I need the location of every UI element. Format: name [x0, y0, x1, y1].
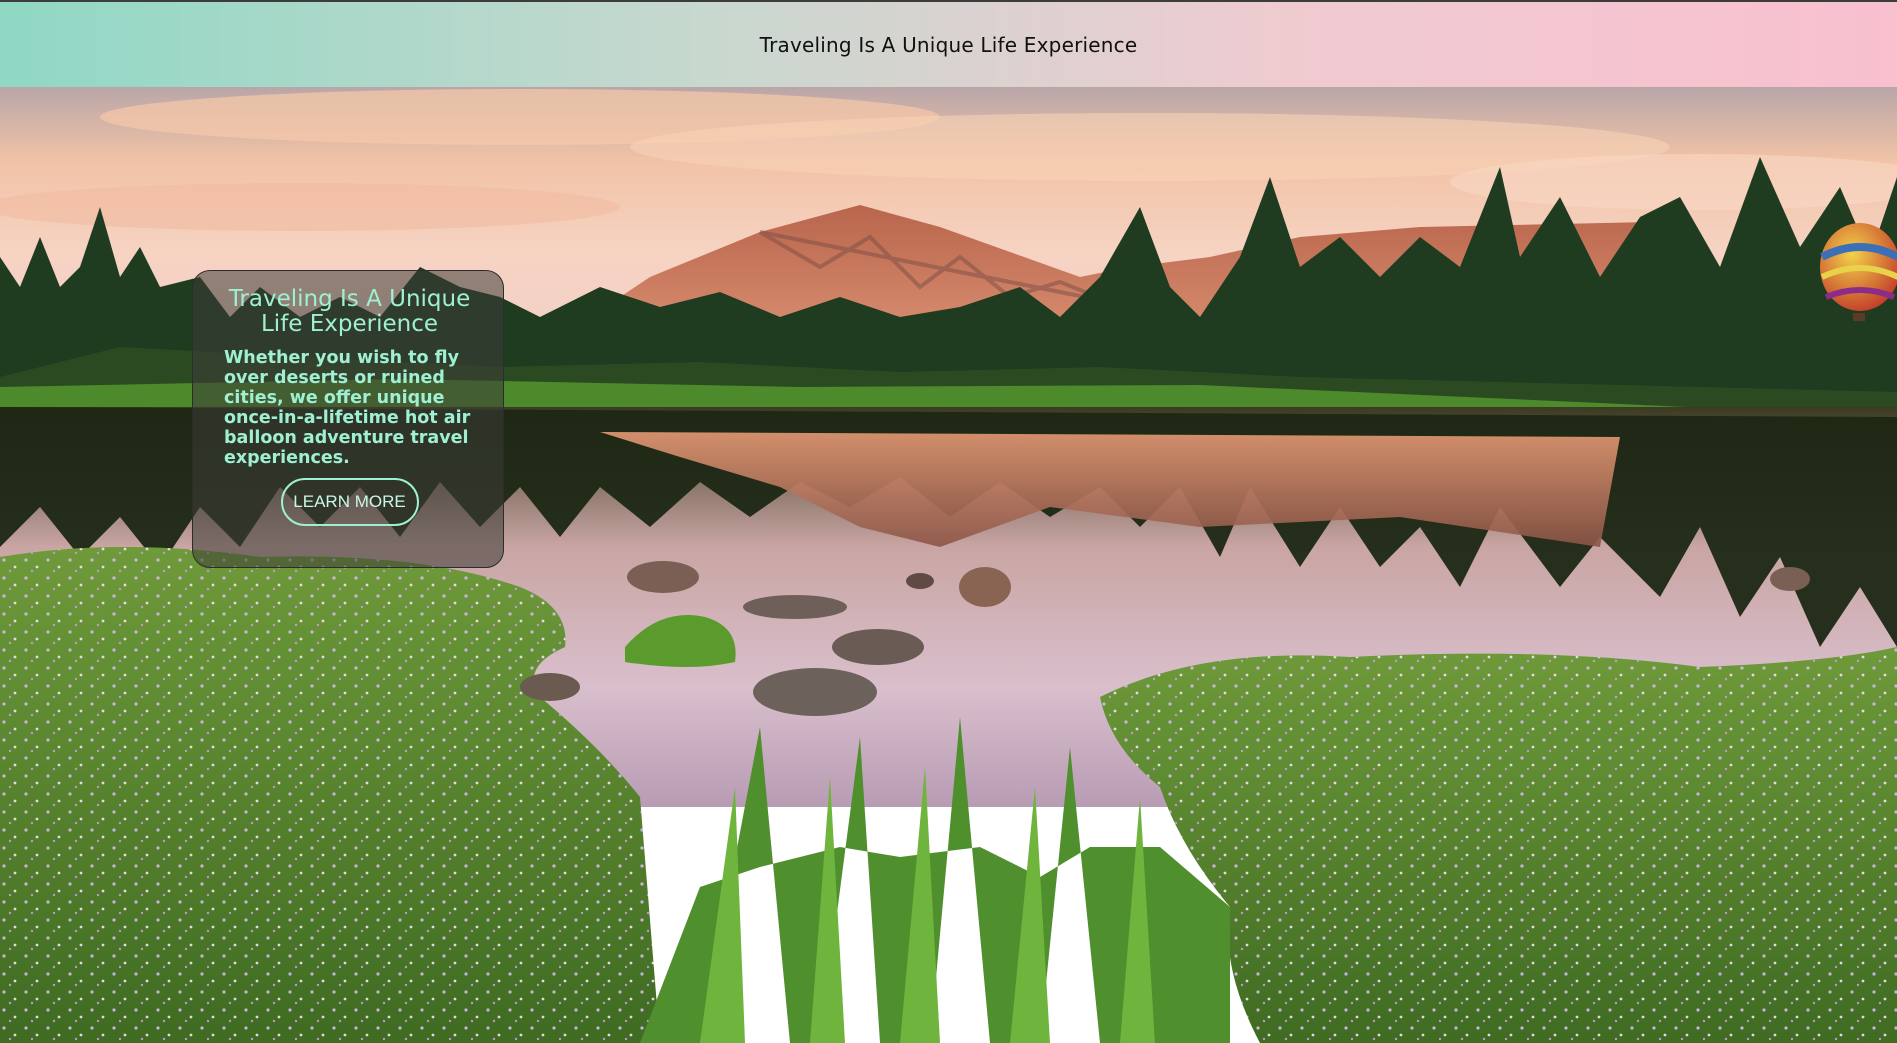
banner-title: Traveling Is A Unique Life Experience — [759, 32, 1138, 57]
intro-card: Traveling Is A Unique Life Experience Wh… — [192, 270, 504, 568]
learn-more-button[interactable]: LEARN MORE — [280, 478, 419, 526]
card-title: Traveling Is A Unique Life Experience — [228, 286, 471, 337]
card-description: Whether you wish to fly over deserts or … — [224, 348, 471, 468]
top-banner: Traveling Is A Unique Life Experience — [0, 0, 1897, 87]
page: Traveling Is A Unique Life Experience Tr… — [0, 0, 1897, 1043]
hero-section: Traveling Is A Unique Life Experience Wh… — [0, 87, 1897, 1043]
